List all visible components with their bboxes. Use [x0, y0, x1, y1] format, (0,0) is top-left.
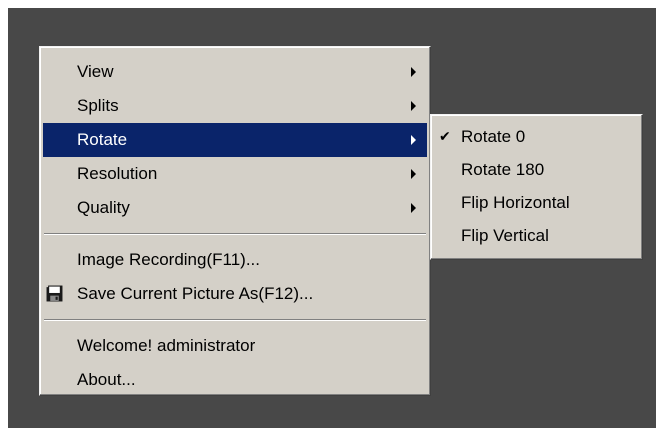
menu-item-label: Rotate 0 — [461, 127, 526, 146]
menu-item-label: Resolution — [77, 164, 158, 183]
submenu-arrow-icon — [411, 169, 416, 179]
menu-separator — [44, 319, 426, 321]
menu-item-label: Quality — [77, 198, 130, 217]
menu-item-quality[interactable]: Quality — [40, 191, 430, 225]
menu-item-label: About... — [77, 370, 136, 389]
menu-item-save-picture[interactable]: Save Current Picture As(F12)... — [40, 277, 430, 311]
menu-item-label: Image Recording(F11)... — [77, 250, 260, 269]
menu-item-label: Rotate 180 — [461, 160, 545, 179]
menu-item-label: Flip Vertical — [461, 226, 549, 245]
menu-item-splits[interactable]: Splits — [40, 89, 430, 123]
menu-item-image-recording[interactable]: Image Recording(F11)... — [40, 243, 430, 277]
menu-item-about[interactable]: About... — [40, 363, 430, 397]
submenu-item-rotate-0[interactable]: ✔ Rotate 0 — [431, 120, 642, 153]
submenu-item-rotate-180[interactable]: Rotate 180 — [431, 153, 642, 186]
floppy-disk-icon — [46, 285, 63, 302]
context-menu: View Splits Rotate Resolution Quality Im… — [39, 46, 431, 396]
menu-item-label: Rotate — [77, 130, 128, 149]
menu-item-welcome[interactable]: Welcome! administrator — [40, 329, 430, 363]
submenu-arrow-icon — [411, 67, 416, 77]
menu-item-view[interactable]: View — [40, 55, 430, 89]
submenu-item-flip-horizontal[interactable]: Flip Horizontal — [431, 186, 642, 219]
menu-item-label: Flip Horizontal — [461, 193, 570, 212]
desktop-background: View Splits Rotate Resolution Quality Im… — [8, 8, 656, 428]
submenu-arrow-icon — [411, 203, 416, 213]
menu-item-label: Splits — [77, 96, 119, 115]
submenu-arrow-icon — [411, 101, 416, 111]
checkmark-icon: ✔ — [439, 128, 451, 144]
menu-item-label: View — [77, 62, 114, 81]
submenu-arrow-icon — [411, 135, 416, 145]
menu-item-label: Welcome! administrator — [77, 336, 256, 355]
menu-separator — [44, 233, 426, 235]
menu-item-rotate[interactable]: Rotate — [43, 123, 427, 157]
rotate-submenu: ✔ Rotate 0 Rotate 180 Flip Horizontal Fl… — [430, 114, 643, 260]
menu-item-resolution[interactable]: Resolution — [40, 157, 430, 191]
menu-item-label: Save Current Picture As(F12)... — [77, 284, 314, 303]
submenu-item-flip-vertical[interactable]: Flip Vertical — [431, 219, 642, 252]
